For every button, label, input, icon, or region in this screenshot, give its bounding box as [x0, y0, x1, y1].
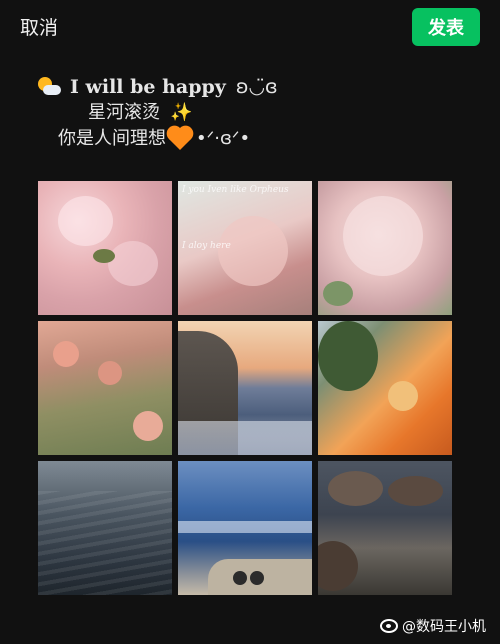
caption-line-1-text: I will be happy [70, 76, 226, 98]
caption-line-3-kaomoji: •ᐟ·ɞᐟ• [196, 128, 251, 149]
photo-thumbnail-5[interactable] [178, 321, 312, 455]
sun-behind-cloud-icon [36, 76, 62, 98]
caption-line-2: 星河滚烫 ✨ [36, 100, 466, 126]
photo-thumbnail-2[interactable]: I you Iven like Orpheus I aloy here [178, 181, 312, 315]
photo-thumbnail-3[interactable] [318, 181, 452, 315]
publish-button[interactable]: 发表 [412, 8, 480, 46]
top-bar: 取消 发表 [0, 0, 500, 56]
photo-thumbnail-6[interactable] [318, 321, 452, 455]
photo-overlay-text-1: I you Iven like Orpheus [182, 185, 289, 195]
post-text-area[interactable]: I will be happy ʚ◡̈ɞ 星河滚烫 ✨ 你是人间理想 •ᐟ·ɞᐟ… [36, 74, 466, 152]
photo-thumbnail-8[interactable] [178, 461, 312, 595]
photo-thumbnail-9[interactable] [318, 461, 452, 595]
photo-thumbnail-7[interactable] [38, 461, 172, 595]
watermark-text: @数码王小机 [402, 619, 486, 635]
caption-line-2-text: 星河滚烫 [88, 102, 160, 123]
photo-thumbnail-1[interactable] [38, 181, 172, 315]
photo-thumbnail-4[interactable] [38, 321, 172, 455]
sparkles-icon: ✨ [170, 102, 193, 123]
caption-line-1-kaomoji: ʚ◡̈ɞ [235, 76, 278, 98]
caption-line-3-text: 你是人间理想 [58, 128, 166, 149]
watermark: @数码王小机 [380, 616, 486, 636]
caption-line-1: I will be happy ʚ◡̈ɞ [36, 74, 466, 100]
caption-line-3: 你是人间理想 •ᐟ·ɞᐟ• [36, 126, 466, 152]
photo-overlay-text-2: I aloy here [182, 241, 231, 251]
weibo-icon [380, 619, 398, 633]
cancel-button[interactable]: 取消 [20, 13, 58, 40]
orange-heart-icon [168, 127, 192, 151]
photo-grid: I you Iven like Orpheus I aloy here [38, 181, 452, 595]
